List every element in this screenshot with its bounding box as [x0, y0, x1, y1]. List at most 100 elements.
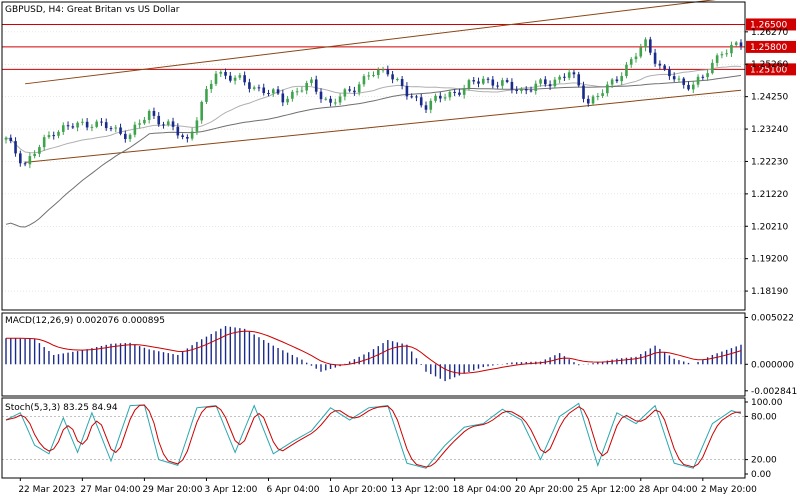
candle-up: [606, 84, 609, 94]
candle-up: [295, 91, 299, 93]
candle-up: [553, 79, 557, 87]
candle-down: [472, 80, 476, 82]
candle-up: [233, 77, 237, 81]
candle-up: [376, 69, 380, 76]
level-tag-label: 1.25800: [750, 43, 787, 53]
price-tick-label: 1.21220: [751, 190, 788, 200]
candle-up: [534, 83, 538, 91]
candle-down: [100, 121, 103, 123]
candle-up: [691, 84, 695, 90]
candle-down: [653, 52, 657, 64]
time-tick-label: 3 Apr 12:00: [204, 485, 257, 495]
candle-down: [157, 115, 161, 125]
candle-up: [133, 124, 137, 135]
candle-up: [128, 134, 132, 140]
candle-up: [90, 126, 94, 128]
candle-up: [271, 89, 275, 94]
candle-down: [505, 80, 509, 82]
candle-up: [629, 59, 633, 65]
price-tick-label: 1.18190: [751, 287, 788, 297]
candle-down: [119, 127, 122, 134]
candle-down: [458, 92, 461, 95]
candle-up: [625, 64, 628, 77]
candle-down: [439, 95, 442, 99]
candle-down: [400, 79, 404, 86]
candle-down: [353, 90, 356, 93]
candle-down: [415, 96, 418, 98]
time-tick-label: 29 Mar 20:00: [142, 485, 202, 495]
macd-tick-label: -0.002841: [751, 387, 797, 397]
candle-up: [677, 78, 681, 80]
price-title: GBPUSD, H4: Great Britan vs US Dollar: [5, 5, 180, 15]
candle-up: [138, 123, 141, 125]
candle-up: [305, 83, 308, 91]
candle-down: [515, 89, 518, 91]
candle-down: [181, 135, 184, 138]
candle-down: [649, 39, 652, 53]
price-tick-label: 1.25260: [751, 60, 788, 70]
candle-down: [658, 63, 662, 66]
candle-up: [324, 98, 328, 100]
candle-down: [276, 89, 280, 94]
candle-down: [544, 79, 547, 85]
candle-up: [81, 121, 84, 123]
candle-down: [9, 137, 13, 142]
candle-up: [501, 80, 504, 86]
time-tick-label: 22 Mar 2023: [18, 485, 75, 495]
candle-down: [52, 135, 56, 137]
candle-down: [152, 110, 156, 116]
candle-down: [672, 76, 676, 80]
candle-down: [524, 88, 528, 91]
candle-up: [443, 97, 447, 99]
candle-up: [467, 80, 471, 89]
candle-down: [248, 82, 251, 89]
candle-up: [696, 76, 700, 85]
candle-up: [357, 84, 361, 93]
candle-down: [281, 93, 285, 103]
time-tick-label: 28 Apr 04:00: [639, 485, 698, 495]
candle-up: [114, 127, 118, 129]
candle-down: [104, 122, 108, 129]
candle-down: [229, 75, 232, 81]
candle-down: [419, 97, 423, 106]
stoch-tick-label: 80.00: [751, 412, 777, 422]
candle-down: [224, 71, 227, 76]
candle-up: [396, 79, 399, 81]
candle-up: [715, 55, 719, 63]
macd-title: MACD(12,26,9) 0.002076 0.000895: [5, 316, 165, 326]
candle-up: [61, 125, 65, 132]
candle-up: [381, 69, 385, 71]
candle-up: [711, 62, 714, 74]
candle-down: [23, 163, 27, 165]
candle-down: [85, 121, 89, 128]
candle-up: [214, 73, 218, 84]
candle-up: [644, 39, 647, 48]
candle-up: [448, 91, 452, 98]
candle-up: [434, 95, 437, 101]
time-tick-label: 10 Apr 20:00: [329, 485, 388, 495]
candle-up: [42, 137, 46, 148]
candle-down: [243, 75, 246, 83]
candle-up: [47, 135, 51, 138]
stoch-tick-label: 0.00: [751, 470, 771, 480]
candle-up: [57, 131, 60, 136]
price-tick-label: 1.24250: [751, 93, 788, 103]
candle-down: [529, 90, 533, 92]
candle-up: [610, 79, 614, 85]
price-tick-label: 1.20210: [751, 222, 788, 232]
candle-down: [486, 78, 490, 80]
candle-up: [620, 76, 623, 82]
candle-up: [190, 131, 194, 139]
candle-up: [200, 101, 203, 121]
candle-up: [634, 56, 638, 60]
candle-up: [343, 89, 347, 97]
candle-up: [310, 79, 313, 84]
candle-down: [668, 69, 671, 77]
candle-up: [147, 110, 151, 120]
candle-up: [143, 119, 146, 124]
chart-canvas: 1.265001.258001.25100 1.262701.252601.24…: [0, 0, 800, 500]
candle-down: [171, 121, 175, 127]
candle-up: [539, 79, 542, 84]
macd-tick-label: 0.000000: [751, 360, 794, 370]
candle-up: [28, 156, 32, 165]
